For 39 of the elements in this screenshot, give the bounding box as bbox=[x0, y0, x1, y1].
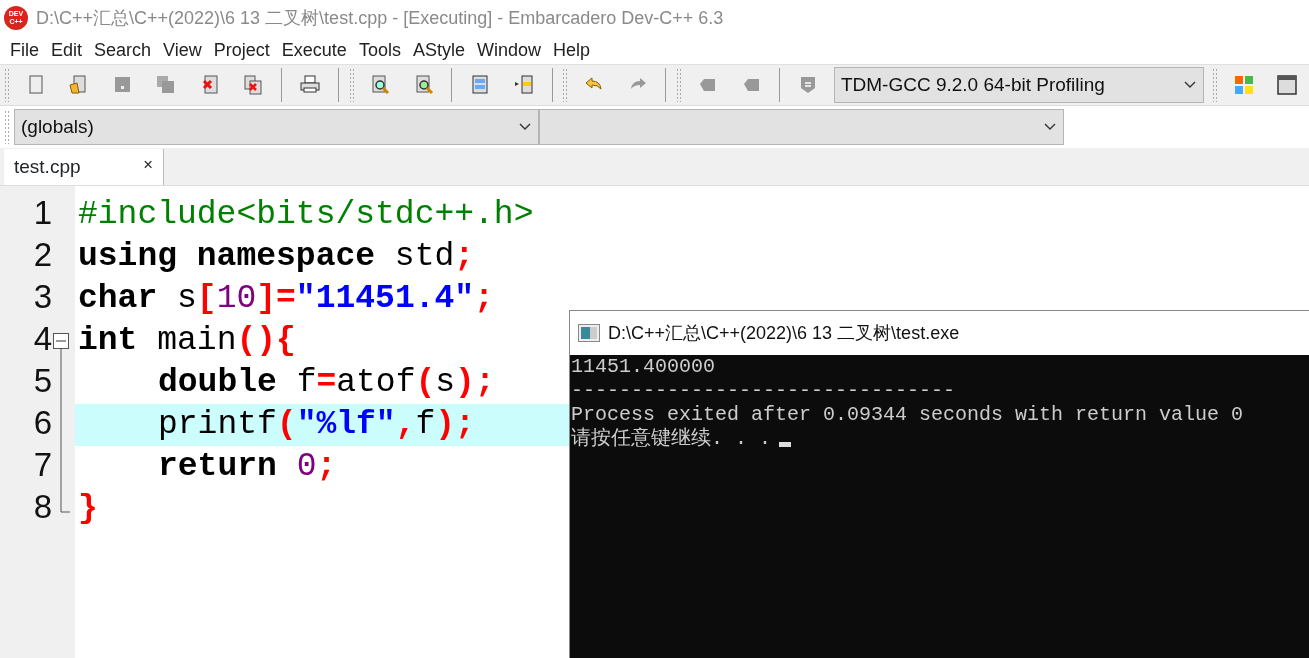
menu-item[interactable]: AStyle bbox=[406, 36, 471, 64]
code-line: #include<bits/stdc++.h> bbox=[78, 195, 534, 235]
scope-dropdown[interactable]: (globals) bbox=[14, 109, 539, 145]
console-line: 11451.400000 bbox=[571, 355, 716, 379]
menu-item[interactable]: Project bbox=[207, 36, 276, 64]
line-number: 7 bbox=[32, 446, 52, 485]
console-icon bbox=[578, 324, 600, 342]
console-line: -------------------------------- bbox=[571, 379, 956, 403]
code-line: char s[10]="11451.4"; bbox=[78, 279, 494, 319]
window-icon[interactable] bbox=[1275, 73, 1300, 97]
line-number: 6 bbox=[32, 404, 52, 443]
line-number: 8 bbox=[32, 488, 52, 527]
line-number: 3 bbox=[32, 278, 52, 317]
menu-item[interactable]: Execute bbox=[275, 36, 353, 64]
line-number: 4 bbox=[32, 320, 52, 359]
menu-item[interactable]: Edit bbox=[45, 36, 89, 64]
line-number: 2 bbox=[32, 236, 52, 275]
line-number: 1 bbox=[32, 194, 52, 233]
menu-item[interactable]: Tools bbox=[352, 36, 407, 64]
console-line: 请按任意键继续. . . bbox=[571, 427, 771, 451]
menu-item[interactable]: Help bbox=[546, 36, 596, 64]
console-title: D:\C++汇总\C++(2022)\6 13 二叉树\test.exe bbox=[608, 321, 960, 345]
fold-toggle-icon[interactable] bbox=[53, 333, 70, 362]
file-tab[interactable]: test.cpp × bbox=[4, 148, 164, 185]
console-line: Process exited after 0.09344 seconds with return value 0 bbox=[571, 403, 1244, 427]
compiler-dropdown[interactable]: TDM-GCC 9.2.0 64-bit Profiling bbox=[833, 67, 1204, 103]
menu-item[interactable]: File bbox=[4, 36, 45, 64]
code-line: printf("%lf",f); bbox=[158, 405, 475, 445]
close-tab-button[interactable]: × bbox=[143, 152, 153, 181]
code-line: using namespace std; bbox=[78, 237, 475, 277]
code-line: int main(){ bbox=[78, 321, 296, 361]
code-line: } bbox=[78, 489, 98, 529]
code-line: return 0; bbox=[158, 447, 337, 487]
window-title: D:\C++汇总\C++(2022)\6 13 二叉树\test.cpp - [Executing] - Embarcadero Dev-C++ 6.3 bbox=[36, 6, 724, 30]
menu-item[interactable]: Search bbox=[88, 36, 158, 64]
menu-item[interactable]: View bbox=[157, 36, 208, 64]
menu-item[interactable]: Window bbox=[470, 36, 547, 64]
code-line: double f=atof(s); bbox=[158, 363, 495, 403]
line-number: 5 bbox=[32, 362, 52, 401]
